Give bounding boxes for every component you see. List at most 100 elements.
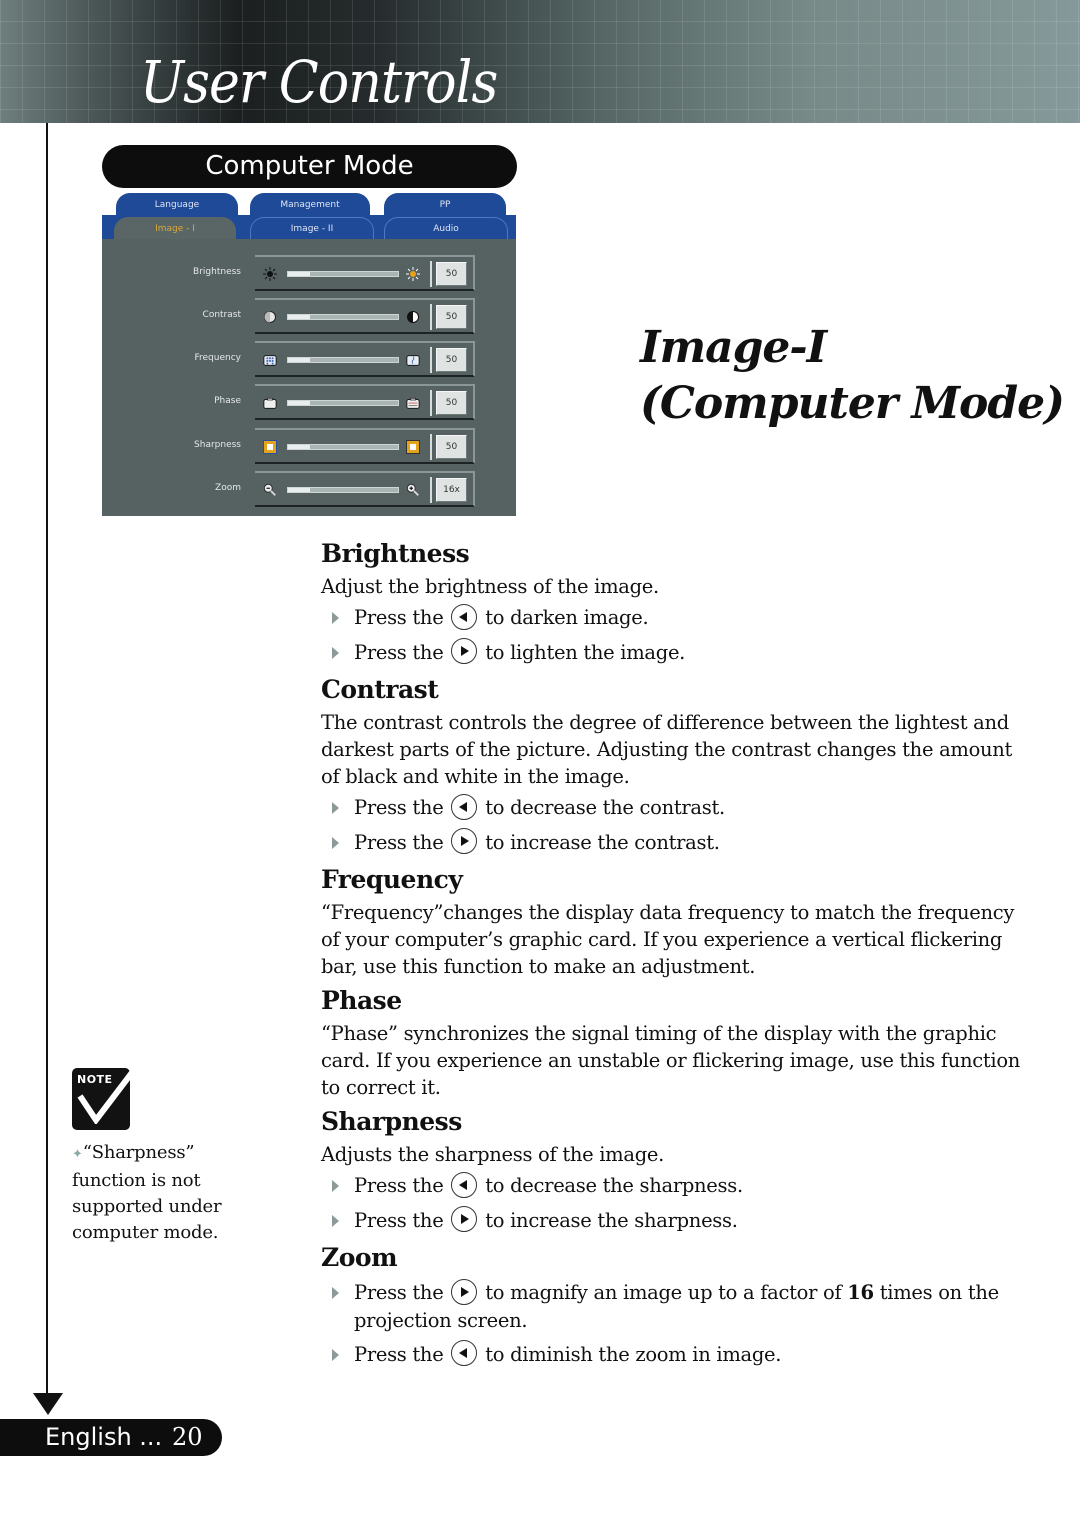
brightness-value: 50	[436, 262, 467, 286]
osd-row-zoom: Zoom 16x	[102, 471, 516, 509]
right-arrow-button-icon	[451, 638, 478, 664]
note-icon: NOTE	[72, 1064, 134, 1130]
section-heading: Phase	[321, 986, 402, 1015]
tab-image-ii[interactable]: Image - II	[250, 217, 374, 239]
section-contrast: Contrast The contrast controls the degre…	[321, 673, 1021, 856]
frequency-slider[interactable]	[287, 357, 399, 363]
tab-pp[interactable]: PP	[384, 193, 506, 217]
slider-fill	[288, 445, 310, 449]
header-title: User Controls	[140, 48, 498, 116]
bullet-prefix: Press the	[354, 1174, 444, 1197]
right-arrow-button-icon	[451, 828, 478, 854]
slider-fill	[288, 358, 310, 362]
phase-slider[interactable]	[287, 400, 399, 406]
checkmark-icon	[77, 1064, 134, 1124]
osd-control: 16x	[255, 471, 475, 507]
content: Brightness Adjust the brightness of the …	[321, 537, 1021, 1375]
sharpness-slider[interactable]	[287, 444, 399, 450]
bullet-item: Press the to increase the sharpness.	[321, 1206, 1021, 1235]
section-brightness: Brightness Adjust the brightness of the …	[321, 537, 1021, 666]
sun-dark-icon	[263, 267, 277, 281]
bullet-item: Press the to lighten the image.	[321, 638, 1021, 667]
slider-fill	[288, 488, 310, 492]
osd-label: Zoom	[215, 483, 241, 493]
frequency-high-icon	[406, 353, 420, 367]
section-description: “Phase” synchronizes the signal timing o…	[321, 1022, 1021, 1099]
bullet-triangle-icon	[332, 836, 339, 849]
brightness-slider[interactable]	[287, 271, 399, 277]
tab-language[interactable]: Language	[116, 193, 238, 217]
section-frequency: Frequency “Frequency”changes the display…	[321, 863, 1021, 980]
slider-fill	[288, 315, 310, 319]
right-arrow-button-icon	[451, 1278, 478, 1305]
separator	[430, 347, 432, 373]
separator	[430, 261, 432, 287]
bullet-suffix: to darken image.	[485, 606, 649, 629]
separator	[430, 477, 432, 503]
bullet-triangle-icon	[332, 1214, 339, 1227]
bullet-item: Press the to darken image.	[321, 603, 1021, 632]
osd-body: Brightness 50 Contrast 50 Frequency 50 P…	[102, 239, 516, 516]
osd-control: 50	[255, 298, 475, 334]
osd-label: Brightness	[193, 267, 241, 277]
phase-value: 50	[436, 391, 467, 415]
left-arrow-button-icon	[451, 1340, 478, 1366]
down-arrow-icon	[33, 1393, 63, 1415]
sun-bright-icon	[406, 267, 420, 281]
phase-low-icon	[263, 396, 277, 410]
bullet-triangle-icon	[332, 646, 339, 659]
osd-control: 50	[255, 428, 475, 464]
bullet-prefix: Press the	[354, 796, 444, 819]
bullet-prefix: Press the	[354, 1342, 444, 1366]
slider-fill	[288, 401, 310, 405]
osd-row-contrast: Contrast 50	[102, 298, 516, 336]
bullet-prefix: Press the	[354, 606, 444, 629]
bullet-triangle-icon	[332, 1180, 339, 1192]
tab-audio[interactable]: Audio	[384, 217, 508, 239]
frequency-value: 50	[436, 348, 467, 372]
left-arrow-button-icon	[451, 793, 478, 820]
section-zoom: Zoom Press the to magnify an image up to…	[321, 1241, 1021, 1368]
zoom-in-icon	[406, 483, 420, 497]
section-description: “Frequency”changes the display data freq…	[321, 901, 1015, 978]
osd-label: Frequency	[194, 353, 242, 363]
note-text-body: “Sharpness” function is not supported un…	[72, 1142, 222, 1243]
section-description: Adjusts the sharpness of the image.	[321, 1143, 665, 1166]
sharpness-value: 50	[436, 435, 467, 459]
bullet-suffix: to magnify an image up to a factor of	[485, 1281, 842, 1304]
section-sharpness: Sharpness Adjusts the sharpness of the i…	[321, 1105, 1021, 1234]
osd-row-brightness: Brightness 50	[102, 255, 516, 293]
zoom-slider[interactable]	[287, 487, 399, 493]
right-arrow-button-icon	[451, 1206, 478, 1232]
footer-language: English ...	[45, 1423, 163, 1451]
bullet-prefix: Press the	[354, 1281, 444, 1304]
side-rule	[46, 123, 48, 1395]
bullet-prefix: Press the	[354, 1208, 444, 1232]
contrast-value: 50	[436, 305, 467, 329]
bullet-item: Press the to decrease the contrast.	[321, 793, 1021, 822]
osd-label: Contrast	[202, 310, 241, 320]
sharpness-low-icon	[263, 440, 277, 454]
osd-tabs-top: Language Management PP	[102, 193, 516, 217]
separator	[430, 304, 432, 330]
section-description: Adjust the brightness of the image.	[321, 575, 659, 598]
bullet-prefix: Press the	[354, 640, 444, 664]
bullet-suffix: to decrease the sharpness.	[485, 1174, 743, 1197]
contrast-high-icon	[406, 310, 420, 324]
page-title-line1: Image-I	[640, 322, 827, 373]
osd-control: 50	[255, 341, 475, 377]
left-arrow-button-icon	[451, 1171, 478, 1198]
bullet-item: Press the to diminish the zoom in image.	[321, 1340, 1021, 1369]
separator	[430, 434, 432, 460]
tab-image-i[interactable]: Image - I	[114, 217, 236, 239]
zoom-factor: 16	[847, 1281, 874, 1304]
bullet-item: Press the to decrease the sharpness.	[321, 1171, 1021, 1200]
computer-mode-label: Computer Mode	[102, 145, 517, 188]
osd-control: 50	[255, 255, 475, 291]
footer-page-indicator: English ... 20	[0, 1419, 222, 1456]
contrast-slider[interactable]	[287, 314, 399, 320]
slider-fill	[288, 272, 310, 276]
bullet-triangle-icon	[332, 612, 339, 624]
tab-management[interactable]: Management	[250, 193, 370, 217]
bullet-suffix: to increase the sharpness.	[485, 1208, 738, 1232]
